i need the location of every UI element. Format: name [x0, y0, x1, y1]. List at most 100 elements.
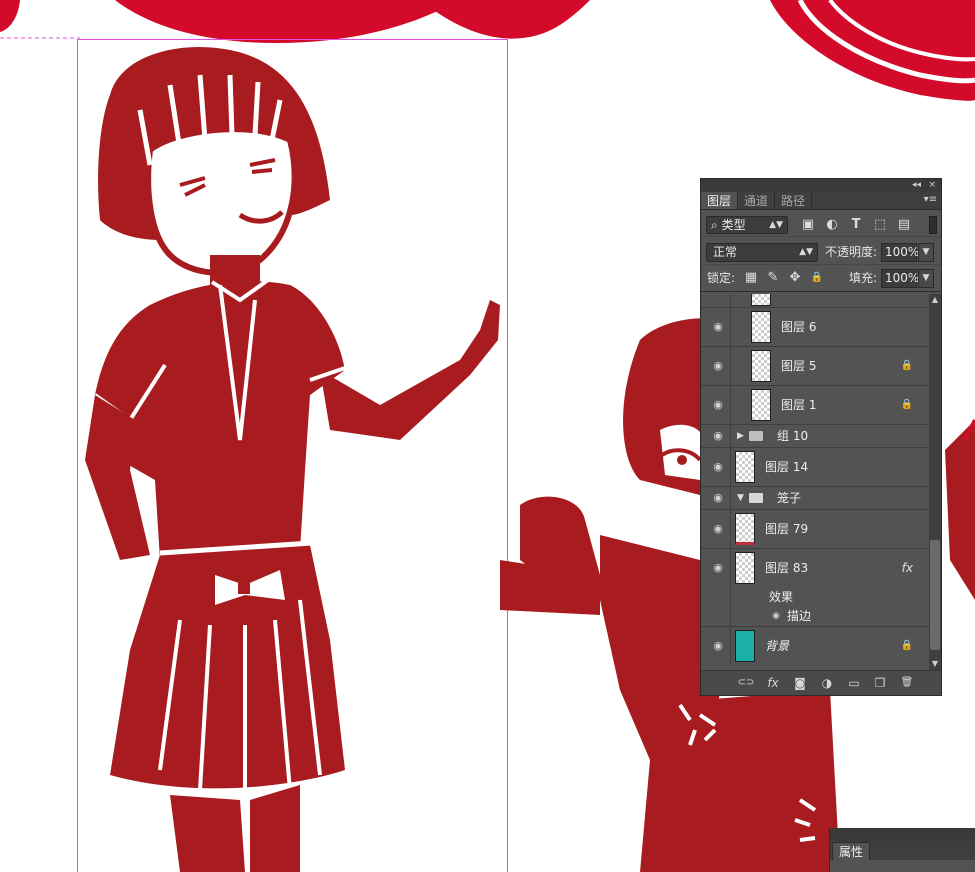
filter-kind-label: 类型 — [721, 218, 746, 232]
layer-row[interactable]: ◉ 背景 🔒 — [701, 627, 929, 666]
new-layer-icon[interactable]: ❐ — [871, 675, 889, 691]
chevron-down-icon: ▲▼ — [799, 247, 813, 257]
fx-icon[interactable]: fx — [902, 561, 913, 575]
red-ribbon-shape — [0, 0, 20, 32]
panel-titlebar[interactable]: ◂◂ × — [701, 179, 941, 192]
layer-list-scrollbar[interactable]: ▲ ▼ — [929, 294, 941, 670]
tab-paths[interactable]: 路径 — [775, 192, 813, 209]
delete-layer-icon[interactable]: 🗑 — [898, 675, 916, 691]
layer-name: 背景 — [765, 639, 790, 653]
add-layer-mask-icon[interactable]: ◙ — [791, 675, 809, 691]
lock-icon: 🔒 — [900, 360, 913, 371]
link-layers-icon[interactable]: ⊂⊃ — [737, 675, 755, 691]
group-name: 组 10 — [777, 429, 809, 443]
lock-position-icon[interactable]: ✥ — [787, 270, 803, 286]
paper-cut-girl-left — [85, 47, 500, 872]
lock-label: 锁定: — [707, 271, 736, 285]
chevron-down-icon: ▲▼ — [769, 220, 783, 230]
effect-name[interactable]: 描边 — [787, 608, 811, 624]
blend-mode-select[interactable]: 正常 ▲▼ — [706, 243, 818, 262]
layer-row[interactable]: ◉ 图层 79 — [701, 510, 929, 549]
fill-label: 填充: — [849, 271, 878, 285]
layer-row[interactable]: ◉ 图层 5 🔒 — [701, 347, 929, 386]
blend-mode-value: 正常 — [713, 245, 738, 259]
scrollbar-thumb[interactable] — [930, 540, 940, 650]
visibility-eye-icon[interactable]: ◉ — [711, 429, 725, 443]
lock-all-icon[interactable]: 🔒 — [809, 270, 825, 286]
layer-group-row[interactable]: ◉ ▼ 笼子 — [701, 487, 929, 510]
visibility-eye-icon[interactable]: ◉ — [711, 320, 725, 334]
red-ribbon-shape — [770, 0, 975, 101]
effects-label[interactable]: 效果 — [769, 589, 793, 605]
smart-object-filter-icon[interactable]: ▤ — [896, 217, 912, 233]
lock-transparent-pixels-icon[interactable]: ▦ — [743, 270, 759, 286]
layer-thumbnail — [735, 513, 755, 545]
scroll-up-icon[interactable]: ▲ — [929, 294, 941, 306]
layer-thumbnail — [751, 389, 771, 421]
pixel-layer-filter-icon[interactable]: ▣ — [800, 217, 816, 233]
panel-tabs: 图层 通道 路径 ▾≡ — [701, 192, 941, 210]
layer-row[interactable] — [701, 294, 929, 308]
layer-filter-select[interactable]: ⌕ 类型 ▲▼ — [706, 216, 788, 234]
properties-titlebar[interactable] — [830, 828, 975, 841]
new-adjustment-layer-icon[interactable]: ◑ — [818, 675, 836, 691]
layer-thumbnail — [751, 294, 771, 306]
visibility-eye-icon[interactable]: ◉ — [711, 639, 725, 653]
collapse-panel-icon[interactable]: ◂◂ — [912, 179, 921, 191]
add-layer-style-icon[interactable]: fx — [764, 675, 782, 691]
layer-name: 图层 5 — [781, 359, 817, 373]
visibility-eye-icon[interactable]: ◉ — [711, 398, 725, 412]
properties-panel: 属性 — [829, 828, 975, 872]
visibility-eye-icon[interactable]: ◉ — [711, 491, 725, 505]
layer-thumbnail — [751, 311, 771, 343]
scroll-down-icon[interactable]: ▼ — [929, 658, 941, 670]
visibility-eye-icon[interactable]: ◉ — [711, 561, 725, 575]
red-ribbon-shape — [115, 0, 460, 44]
search-icon: ⌕ — [711, 218, 718, 232]
opacity-dropdown-icon[interactable]: ▼ — [918, 243, 934, 262]
layer-thumbnail — [735, 630, 755, 662]
shape-layer-filter-icon[interactable]: ⬚ — [872, 217, 888, 233]
layer-name: 图层 1 — [781, 398, 817, 412]
layer-name: 图层 6 — [781, 320, 817, 334]
expand-triangle-icon[interactable]: ▶ — [737, 430, 744, 442]
lock-icon: 🔒 — [900, 640, 913, 651]
layer-list[interactable]: ◉ 图层 6 ◉ 图层 5 🔒 ◉ 图层 1 🔒 ◉ ▶ 组 10 ◉ 图层 1… — [701, 294, 929, 670]
fill-dropdown-icon[interactable]: ▼ — [918, 269, 934, 288]
visibility-eye-icon[interactable]: ◉ — [711, 359, 725, 373]
tab-properties[interactable]: 属性 — [832, 842, 871, 860]
layer-group-row[interactable]: ◉ ▶ 组 10 — [701, 425, 929, 448]
filter-toggle-switch[interactable] — [929, 216, 937, 234]
layer-row[interactable]: ◉ 图层 83 fx 效果 ◉ 描边 — [701, 549, 929, 627]
layer-row[interactable]: ◉ 图层 1 🔒 — [701, 386, 929, 425]
layer-row[interactable]: ◉ 图层 6 — [701, 308, 929, 347]
group-name: 笼子 — [777, 491, 802, 505]
blend-row: 正常 ▲▼ 不透明度: 100% ▼ — [701, 236, 941, 264]
collapse-triangle-icon[interactable]: ▼ — [737, 492, 744, 504]
layer-row[interactable]: ◉ 图层 14 — [701, 448, 929, 487]
new-group-icon[interactable]: ▭ — [845, 675, 863, 691]
layers-footer: ⊂⊃ fx ◙ ◑ ▭ ❐ 🗑 — [701, 670, 941, 695]
fill-field[interactable]: 100% — [881, 269, 919, 288]
opacity-field[interactable]: 100% — [881, 243, 919, 262]
lock-row: 锁定: ▦ ✎ ✥ 🔒 填充: 100% ▼ — [701, 264, 941, 292]
layer-thumbnail — [735, 451, 755, 483]
filter-row: ⌕ 类型 ▲▼ ▣ ◐ T ⬚ ▤ — [701, 210, 941, 236]
layer-thumbnail — [751, 350, 771, 382]
folder-icon — [749, 431, 763, 441]
lock-image-pixels-icon[interactable]: ✎ — [765, 270, 781, 286]
visibility-eye-icon[interactable]: ◉ — [711, 460, 725, 474]
tab-channels[interactable]: 通道 — [738, 192, 776, 209]
type-layer-filter-icon[interactable]: T — [848, 217, 864, 233]
effect-visibility-eye-icon[interactable]: ◉ — [769, 609, 783, 623]
layer-name: 图层 14 — [765, 460, 809, 474]
open-folder-icon — [749, 493, 763, 503]
visibility-eye-icon[interactable]: ◉ — [711, 522, 725, 536]
tab-layers[interactable]: 图层 — [701, 192, 739, 209]
layer-name: 图层 79 — [765, 522, 809, 536]
close-panel-icon[interactable]: × — [928, 179, 936, 191]
panel-menu-icon[interactable]: ▾≡ — [924, 194, 937, 205]
lock-icon: 🔒 — [900, 399, 913, 410]
adjustment-layer-filter-icon[interactable]: ◐ — [824, 217, 840, 233]
layers-panel: ◂◂ × 图层 通道 路径 ▾≡ ⌕ 类型 ▲▼ ▣ ◐ T ⬚ ▤ 正常 ▲▼… — [700, 178, 942, 696]
